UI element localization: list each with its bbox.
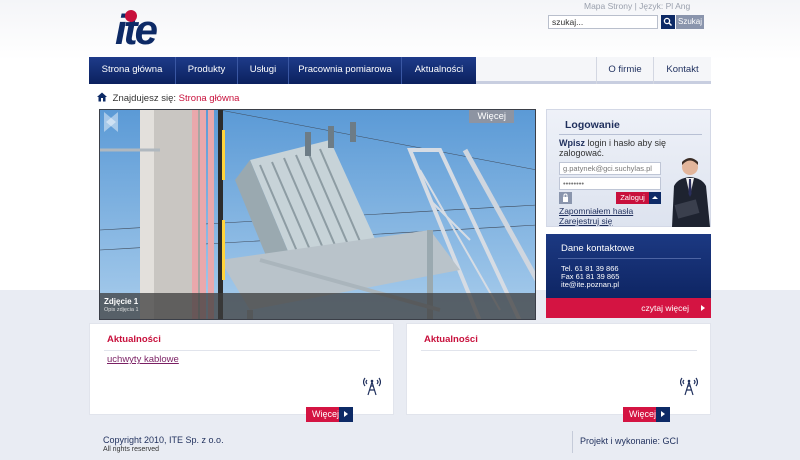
contact-more-label: czytaj więcej (641, 303, 689, 313)
nav-item-lab[interactable]: Pracownia pomiarowa (289, 57, 402, 84)
rights-text: All rights reserved (103, 446, 160, 453)
home-icon (97, 92, 107, 102)
chevron-right-icon (701, 305, 705, 311)
chevron-right-icon (656, 407, 670, 422)
separator: | (634, 1, 637, 11)
password-field[interactable] (559, 177, 661, 190)
news-title-left: Aktualności (107, 334, 161, 345)
image-slider[interactable]: Więcej Zdjęcie 1 Opis zdjęcia 1 (99, 109, 536, 320)
search-icon[interactable] (661, 15, 675, 29)
language-label: Język: (639, 1, 664, 11)
contact-email[interactable]: ite@ite.poznan.pl (561, 280, 619, 289)
copyright-text: Copyright 2010, ITE Sp. z o.o. (103, 435, 224, 445)
antenna-tower-icon (363, 377, 381, 396)
slider-more-button[interactable]: Więcej (469, 110, 514, 123)
chevron-right-icon (339, 407, 353, 422)
slider-photo (100, 110, 535, 319)
nav-item-contact[interactable]: Kontakt (653, 57, 711, 84)
lock-icon[interactable] (559, 192, 572, 204)
news-more-label-left: Więcej (312, 409, 340, 419)
breadcrumb-prefix: Znajdujesz się: (112, 93, 177, 104)
breadcrumb: Znajdujesz się: Strona główna (97, 92, 239, 104)
nav-item-home[interactable]: Strona główna (89, 57, 176, 84)
login-desc-bold: Wpisz (559, 138, 585, 148)
news-more-button-left[interactable]: Więcej (306, 407, 353, 422)
news-item-link[interactable]: uchwyty kablowe (107, 354, 179, 365)
contact-divider (558, 258, 701, 259)
slider-caption: Zdjęcie 1 Opis zdjęcia 1 (100, 293, 535, 319)
businessman-image (672, 158, 710, 227)
nav-item-services[interactable]: Usługi (238, 57, 289, 84)
login-divider (559, 134, 702, 135)
lang-pl-link[interactable]: Pl (666, 1, 674, 11)
breadcrumb-current[interactable]: Strona główna (179, 93, 240, 104)
news-title-right: Aktualności (424, 334, 478, 345)
caption-title: Zdjęcie 1 (104, 297, 139, 306)
nav-item-news[interactable]: Aktualności (402, 57, 476, 84)
caption-subtitle: Opis zdjęcia 1 (104, 307, 139, 313)
login-description: Wpisz login i hasło aby się zalogować. (559, 138, 669, 158)
login-title: Logowanie (565, 119, 620, 131)
login-panel: Logowanie Wpisz login i hasło aby się za… (546, 109, 711, 227)
footer-credit[interactable]: Projekt i wykonanie: GCI (580, 436, 679, 446)
login-field[interactable] (559, 162, 661, 175)
forgot-password-link[interactable]: Zapomniałem hasła (559, 206, 633, 216)
news-more-button-right[interactable]: Więcej (623, 407, 670, 422)
contact-title: Dane kontaktowe (561, 243, 635, 254)
contact-panel: Dane kontaktowe Tel. 61 81 39 866 Fax 61… (546, 234, 711, 318)
slider-next-icon[interactable] (100, 110, 118, 134)
nav-item-about[interactable]: O firmie (596, 57, 653, 84)
register-link[interactable]: Zarejestruj się (559, 216, 612, 226)
news-box-right: Aktualności (406, 323, 711, 415)
nav-left-group: Strona główna Produkty Usługi Pracownia … (89, 57, 476, 84)
footer-copyright: Copyright 2010, ITE Sp. z o.o. All right… (103, 436, 224, 454)
search-button[interactable]: Szukaj (676, 15, 704, 29)
login-arrow-icon[interactable] (649, 192, 661, 204)
news-box-left: Aktualności uchwyty kablowe (89, 323, 394, 415)
news-more-label-right: Więcej (629, 409, 657, 419)
main-nav: Strona główna Produkty Usługi Pracownia … (89, 57, 711, 84)
news-divider-right (421, 350, 697, 351)
login-button[interactable]: Zaloguj (616, 192, 649, 204)
top-links: Mapa Strony | Język: Pl Ang (584, 1, 690, 11)
footer-divider (572, 431, 573, 453)
antenna-tower-icon (680, 377, 698, 396)
sitemap-link[interactable]: Mapa Strony (584, 1, 632, 11)
contact-more-button[interactable]: czytaj więcej (546, 298, 711, 318)
search-input[interactable] (548, 15, 658, 29)
nav-right-group: O firmie Kontakt (596, 57, 711, 84)
ite-logo[interactable]: ite (115, 8, 187, 50)
nav-item-products[interactable]: Produkty (176, 57, 238, 84)
lang-en-link[interactable]: Ang (675, 1, 690, 11)
news-divider-left (104, 350, 380, 351)
